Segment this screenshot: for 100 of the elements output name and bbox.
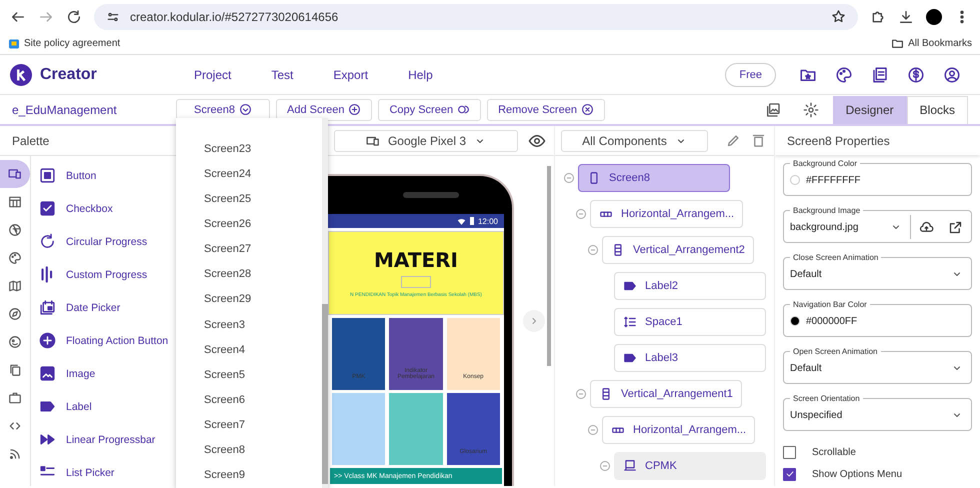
menu-item[interactable]: Screen26 bbox=[176, 211, 322, 237]
menu-item[interactable]: Screen5 bbox=[176, 362, 322, 388]
checkbox-option[interactable]: Scrollable bbox=[783, 441, 972, 463]
check-icon bbox=[784, 469, 794, 479]
screen-action-button[interactable]: Remove Screen bbox=[487, 98, 605, 120]
document-icon[interactable] bbox=[871, 66, 889, 84]
menu-item[interactable]: Screen28 bbox=[176, 262, 322, 287]
plan-button[interactable]: Free bbox=[725, 62, 776, 86]
palette-icon[interactable] bbox=[835, 66, 853, 84]
menu-item[interactable]: Screen6 bbox=[176, 387, 322, 413]
device-dropdown[interactable]: Google Pixel 3 bbox=[334, 130, 518, 152]
palette-item[interactable]: Linear Progressbar bbox=[39, 423, 168, 456]
select-field[interactable]: Open Screen Animation Default bbox=[783, 347, 972, 384]
component-node[interactable]: Label3 bbox=[614, 344, 766, 372]
menu-item[interactable]: Screen27 bbox=[176, 236, 322, 262]
menu-tile[interactable] bbox=[332, 393, 386, 465]
field-value: Default bbox=[789, 268, 823, 280]
field-value: background.jpg bbox=[789, 222, 860, 232]
select-field[interactable]: Close Screen Animation Default bbox=[783, 253, 972, 290]
menu-item[interactable]: Project bbox=[180, 64, 246, 86]
menu-item[interactable]: Screen3 bbox=[176, 312, 322, 338]
all-bookmarks-link[interactable]: All Bookmarks bbox=[908, 38, 972, 49]
face-icon bbox=[8, 335, 22, 349]
checkbox[interactable] bbox=[783, 446, 796, 458]
battery-icon bbox=[470, 217, 474, 225]
button-icon bbox=[39, 167, 56, 184]
color-field[interactable]: Background Color #FFFFFFFF bbox=[783, 159, 972, 196]
view-tab[interactable]: Blocks bbox=[906, 96, 968, 124]
component-filter[interactable]: All Components bbox=[561, 130, 708, 152]
component-node[interactable]: Vertical_Arrangement1 bbox=[590, 380, 742, 408]
menu-item[interactable]: Screen8 bbox=[176, 438, 322, 463]
account-icon[interactable] bbox=[943, 66, 961, 84]
component-node[interactable]: Horizontal_Arrangem... bbox=[602, 416, 756, 444]
component-node[interactable]: Vertical_Arrangement2 bbox=[602, 236, 754, 264]
palette-item[interactable]: Custom Progress bbox=[39, 258, 168, 291]
view-tab[interactable]: Designer bbox=[832, 96, 907, 124]
category-tab[interactable] bbox=[0, 160, 30, 188]
scrollbar[interactable] bbox=[547, 166, 551, 366]
plus-circle-icon bbox=[348, 103, 362, 116]
menu-item[interactable]: Screen4 bbox=[176, 337, 322, 362]
checkbox[interactable] bbox=[783, 468, 796, 480]
component-node[interactable]: Screen8 bbox=[578, 164, 730, 192]
component-node[interactable]: Horizontal_Arrangem... bbox=[590, 200, 744, 228]
menu-item[interactable]: Help bbox=[394, 64, 447, 86]
copy-icon bbox=[8, 363, 22, 377]
reload-icon[interactable] bbox=[66, 8, 82, 24]
component-node[interactable]: Label2 bbox=[614, 272, 766, 300]
palette-item[interactable]: Date Picker bbox=[39, 291, 168, 324]
menu-item[interactable]: Screen29 bbox=[176, 286, 322, 312]
dollar-icon[interactable] bbox=[907, 66, 925, 84]
screen-dropdown[interactable]: Screen8 bbox=[176, 98, 270, 120]
component-node[interactable]: Space1 bbox=[614, 308, 766, 336]
field-label: Close Screen Animation bbox=[792, 253, 880, 262]
settings-icon[interactable] bbox=[802, 102, 819, 118]
component-node[interactable]: CPMK bbox=[614, 452, 766, 480]
screen-action-button[interactable]: Add Screen bbox=[276, 98, 372, 120]
scrollbar-thumb[interactable] bbox=[322, 304, 328, 484]
upload-icon[interactable] bbox=[919, 220, 934, 234]
panel-title: Screen8 Properties bbox=[775, 126, 980, 155]
screen-action-button[interactable]: Copy Screen bbox=[378, 98, 482, 120]
devices-icon bbox=[8, 167, 22, 181]
menu-item[interactable]: Test bbox=[257, 64, 308, 86]
menu-item[interactable]: Screen9 bbox=[176, 462, 322, 488]
palette-item[interactable]: Floating Action Button bbox=[39, 324, 168, 357]
select-field[interactable]: Screen Orientation Unspecified bbox=[783, 394, 972, 431]
menu-tile[interactable] bbox=[389, 393, 443, 465]
banner-title: MATERI bbox=[374, 248, 458, 272]
edit-icon[interactable] bbox=[726, 133, 741, 148]
palette-item[interactable]: Image bbox=[39, 357, 168, 390]
open-external-icon[interactable] bbox=[948, 220, 963, 234]
app-title: Creator bbox=[40, 66, 98, 84]
palette-item[interactable]: Button bbox=[39, 159, 168, 192]
menu-item[interactable]: Export bbox=[319, 64, 382, 86]
field-value: #FFFFFFFF bbox=[784, 174, 971, 186]
menu-item[interactable]: Screen7 bbox=[176, 412, 322, 438]
menu-item[interactable]: Screen24 bbox=[176, 161, 322, 186]
spacing-icon bbox=[623, 315, 637, 329]
bookmark-link[interactable]: Site policy agreement bbox=[24, 38, 120, 49]
color-field[interactable]: Navigation Bar Color #000000FF bbox=[783, 300, 972, 337]
field-label: Navigation Bar Color bbox=[792, 300, 868, 309]
menu-item[interactable]: Screen25 bbox=[176, 186, 322, 212]
profile-avatar[interactable] bbox=[926, 8, 942, 24]
image-field[interactable]: Background Image background.jpg bbox=[783, 206, 972, 243]
project-name: e_EduManagement bbox=[12, 102, 118, 116]
checkbox-option[interactable]: Show Options Menu bbox=[783, 463, 972, 485]
app-logo-icon[interactable] bbox=[10, 64, 32, 86]
palette-item[interactable]: Circular Progress bbox=[39, 225, 168, 258]
briefcase-icon bbox=[8, 391, 22, 405]
palette-item[interactable]: Checkbox bbox=[39, 192, 168, 225]
table-icon bbox=[8, 195, 22, 209]
gallery-icon[interactable] bbox=[764, 102, 781, 118]
palette-icon bbox=[8, 251, 22, 265]
puzzle-icon[interactable] bbox=[870, 8, 886, 24]
download-icon[interactable] bbox=[898, 8, 914, 24]
palette-item[interactable]: List Picker bbox=[39, 456, 168, 486]
palette-item[interactable]: Label bbox=[39, 390, 168, 423]
address-bar[interactable]: creator.kodular.io/#5272773020614656 bbox=[94, 4, 858, 30]
star-icon[interactable] bbox=[831, 9, 846, 24]
delete-icon[interactable] bbox=[751, 133, 766, 148]
checkbox-icon bbox=[39, 200, 56, 217]
